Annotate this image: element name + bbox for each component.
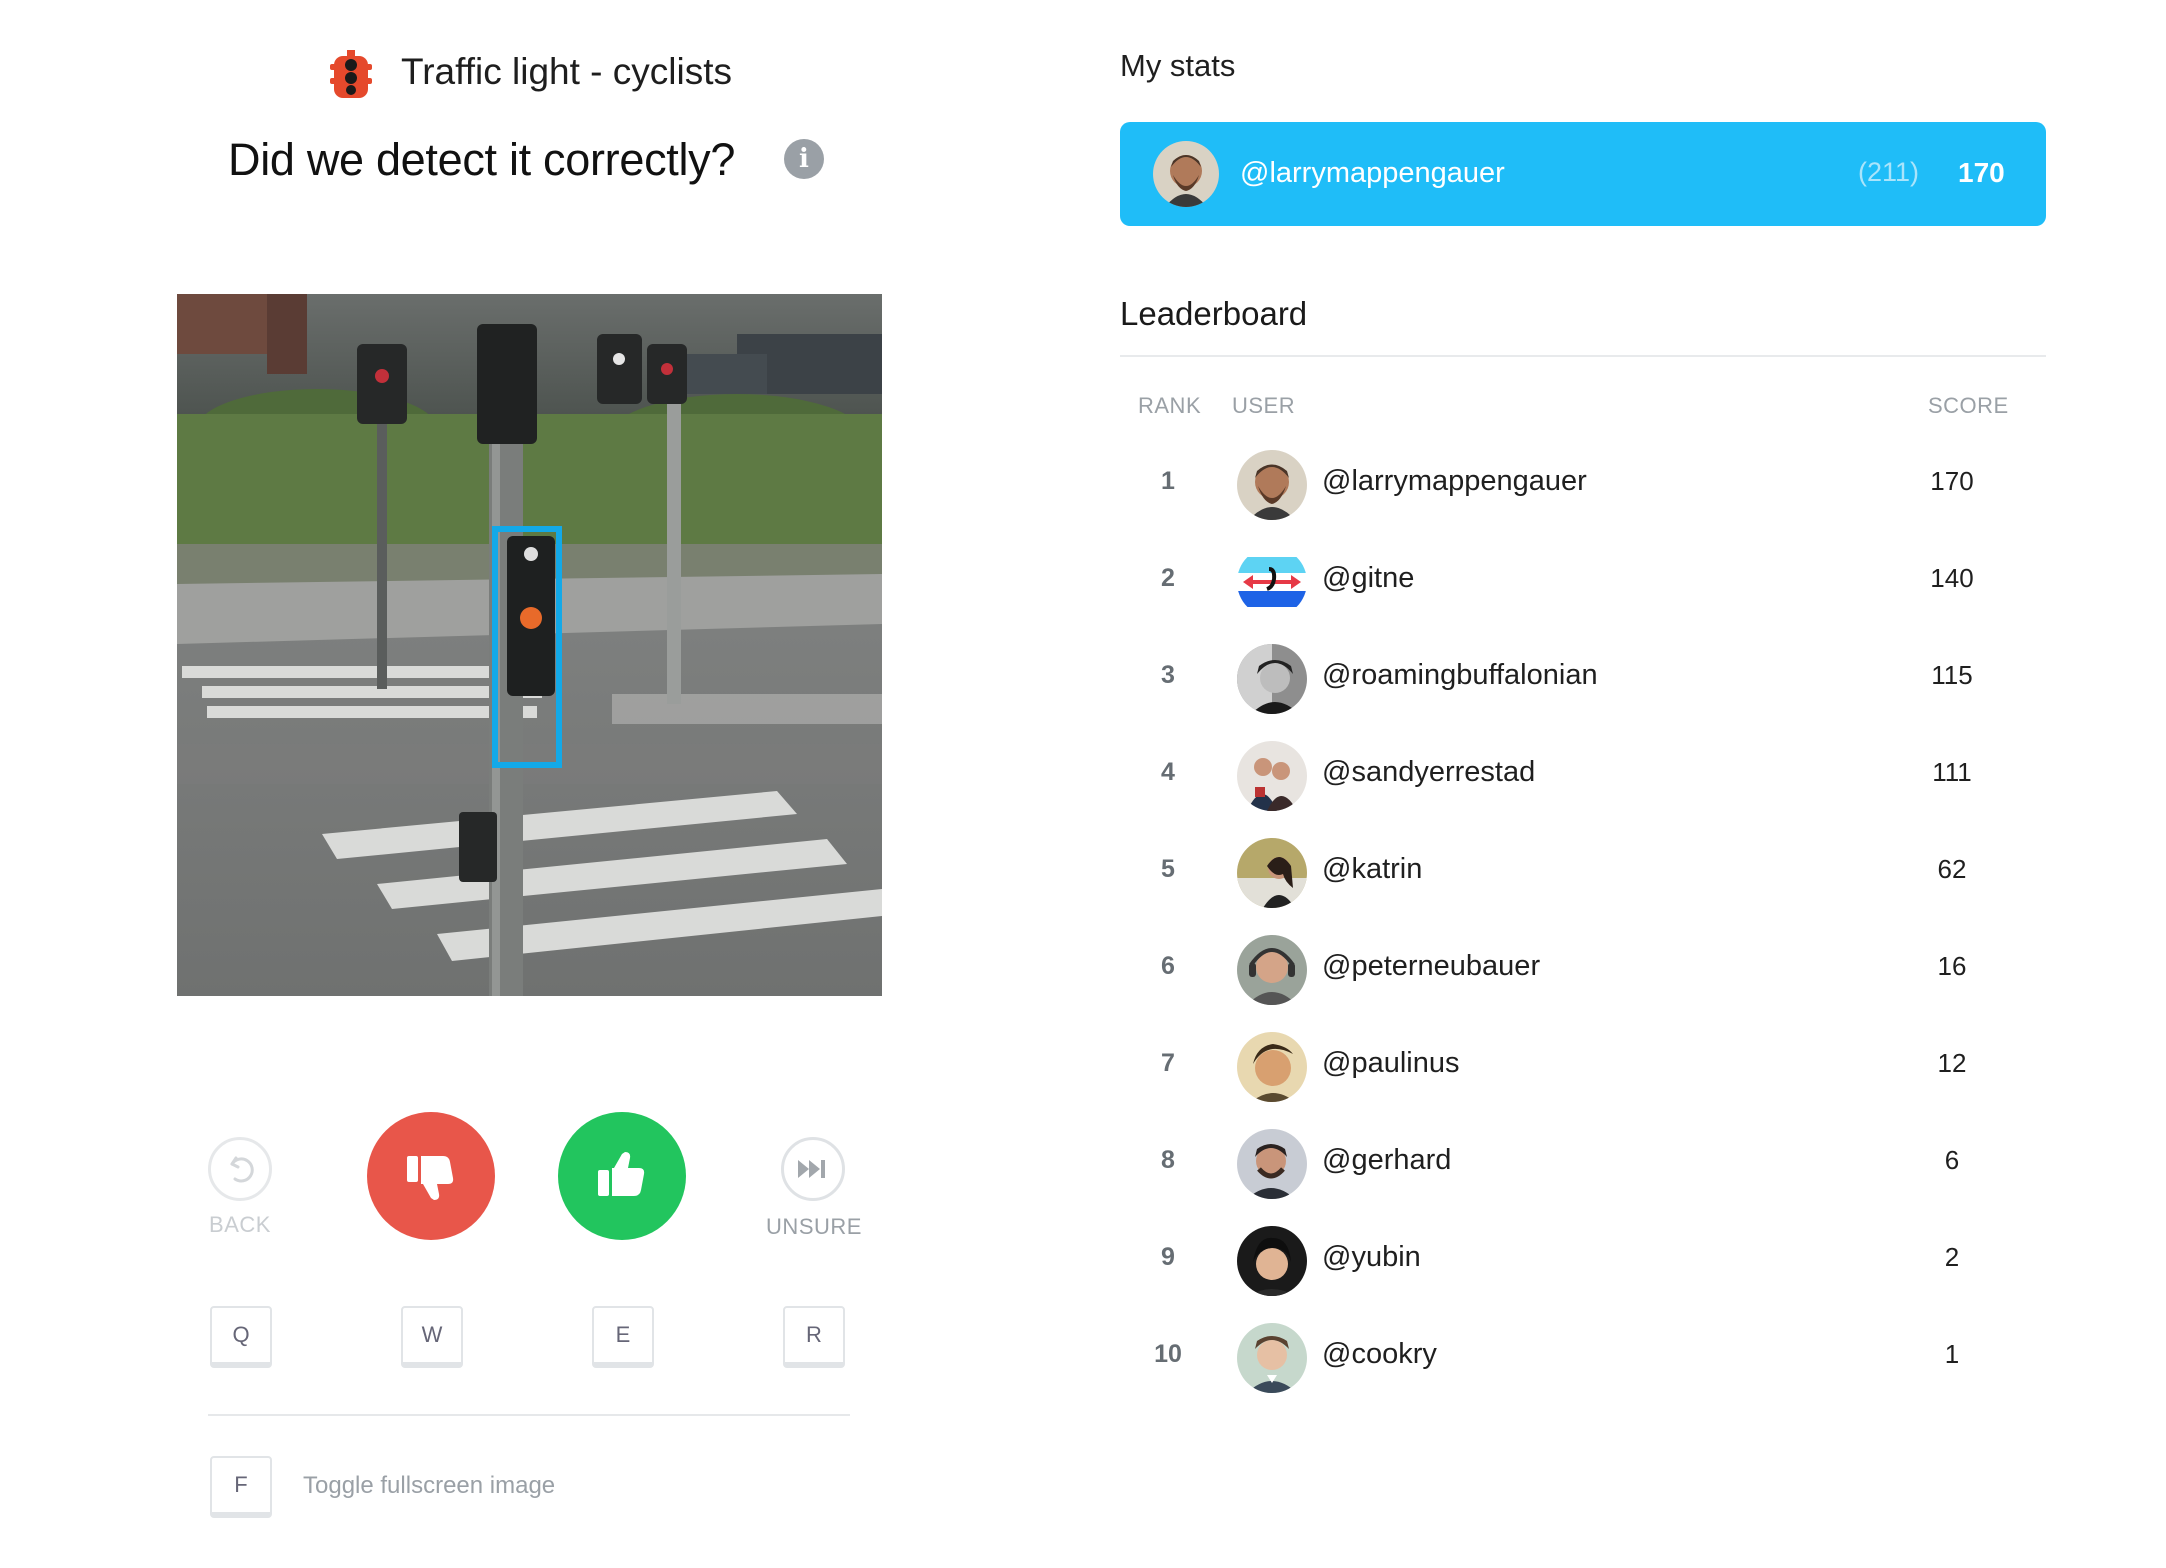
rank: 3 xyxy=(1161,661,1175,689)
column-header-user: USER xyxy=(1232,393,1296,418)
avatar xyxy=(1237,1323,1307,1393)
rank: 8 xyxy=(1161,1146,1175,1174)
score: 2 xyxy=(1944,1242,1960,1272)
unsure-label: UNSURE xyxy=(766,1214,862,1239)
leaderboard-row: 8 @gerhard 6 xyxy=(1120,1116,2046,1212)
back-button[interactable] xyxy=(208,1137,272,1201)
avatar xyxy=(1237,1129,1307,1199)
avatar xyxy=(1237,838,1307,908)
leaderboard-title: Leaderboard xyxy=(1120,295,1308,332)
key-e[interactable]: E xyxy=(592,1306,654,1368)
rank: 5 xyxy=(1161,855,1175,883)
my-stats-title: My stats xyxy=(1120,48,1236,83)
score: 1 xyxy=(1944,1339,1960,1369)
leaderboard-row: 4 @sandyerrestad 111 xyxy=(1120,728,2046,824)
leaderboard-row: 9 @yubin 2 xyxy=(1120,1213,2046,1309)
leaderboard-row: 2 @gitne 140 xyxy=(1120,534,2046,630)
traffic-light-icon xyxy=(330,50,372,100)
leaderboard-row: 5 @katrin 62 xyxy=(1120,825,2046,921)
rank: 2 xyxy=(1161,564,1175,592)
avatar xyxy=(1237,1226,1307,1296)
leaderboard-row: 7 @paulinus 12 xyxy=(1120,1019,2046,1115)
score: 12 xyxy=(1937,1048,1967,1078)
avatar xyxy=(1237,450,1307,520)
thumbs-up-icon xyxy=(598,1152,645,1196)
leaderboard-row: 1 @larrymappengauer 170 xyxy=(1120,437,2046,533)
score: 170 xyxy=(1930,466,1974,496)
info-icon[interactable]: i xyxy=(784,139,824,179)
username[interactable]: @yubin xyxy=(1322,1241,1421,1274)
avatar xyxy=(1237,741,1307,811)
avatar xyxy=(1153,141,1219,207)
rank: 6 xyxy=(1161,952,1175,980)
key-r[interactable]: R xyxy=(783,1306,845,1368)
detection-image[interactable] xyxy=(177,294,882,996)
no-button[interactable] xyxy=(367,1112,495,1240)
divider xyxy=(208,1414,850,1416)
unsure-button[interactable] xyxy=(781,1137,845,1201)
username[interactable]: @peterneubauer xyxy=(1322,950,1540,983)
my-stats-total: (211) xyxy=(1858,157,1920,187)
column-header-score: SCORE xyxy=(1928,393,2009,418)
yes-button[interactable] xyxy=(558,1112,686,1240)
rank: 9 xyxy=(1161,1243,1175,1271)
rank: 1 xyxy=(1161,467,1175,495)
score: 62 xyxy=(1937,854,1967,884)
rank: 10 xyxy=(1154,1340,1182,1368)
leaderboard-row: 10 @cookry 1 xyxy=(1120,1310,2046,1406)
score: 16 xyxy=(1937,951,1967,981)
key-q[interactable]: Q xyxy=(210,1306,272,1368)
avatar xyxy=(1237,644,1307,714)
username[interactable]: @katrin xyxy=(1322,853,1422,886)
score: 115 xyxy=(1931,660,1973,690)
rank: 4 xyxy=(1161,758,1175,786)
avatar xyxy=(1237,1032,1307,1102)
category-title: Traffic light - cyclists xyxy=(401,51,732,92)
score: 111 xyxy=(1932,757,1972,787)
fullscreen-hint: Toggle fullscreen image xyxy=(303,1472,556,1499)
question-heading: Did we detect it correctly? xyxy=(228,134,736,185)
undo-icon xyxy=(230,1156,254,1183)
score: 140 xyxy=(1930,563,1974,593)
rank: 7 xyxy=(1161,1049,1175,1077)
my-stats-score: 170 xyxy=(1958,157,2005,188)
score: 6 xyxy=(1944,1145,1960,1175)
username[interactable]: @gerhard xyxy=(1322,1144,1451,1177)
avatar xyxy=(1237,547,1307,617)
username[interactable]: @larrymappengauer xyxy=(1322,465,1587,498)
avatar xyxy=(1237,935,1307,1005)
thumbs-down-icon xyxy=(407,1156,454,1200)
divider xyxy=(1120,355,2046,357)
my-stats-username[interactable]: @larrymappengauer xyxy=(1240,157,1505,190)
key-f[interactable]: F xyxy=(210,1456,272,1518)
username[interactable]: @roamingbuffalonian xyxy=(1322,659,1598,692)
leaderboard-row: 6 @peterneubauer 16 xyxy=(1120,922,2046,1018)
column-header-rank: RANK xyxy=(1138,393,1202,418)
key-w[interactable]: W xyxy=(401,1306,463,1368)
username[interactable]: @gitne xyxy=(1322,562,1414,595)
leaderboard-row: 3 @roamingbuffalonian 115 xyxy=(1120,631,2046,727)
username[interactable]: @cookry xyxy=(1322,1338,1437,1371)
username[interactable]: @sandyerrestad xyxy=(1322,756,1535,789)
username[interactable]: @paulinus xyxy=(1322,1047,1459,1080)
back-label: BACK xyxy=(209,1212,271,1237)
skip-forward-icon xyxy=(798,1160,825,1178)
